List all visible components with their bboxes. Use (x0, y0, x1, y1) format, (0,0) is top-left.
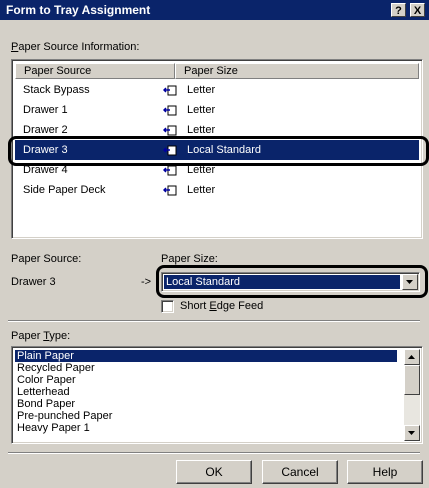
tray-arrow-icon (163, 125, 177, 136)
tray-arrow-icon (163, 105, 177, 116)
list-item[interactable]: Plain Paper (15, 350, 397, 362)
separator (8, 452, 420, 454)
list-item[interactable]: Heavy Paper 1 (15, 422, 397, 434)
list-item[interactable]: Bond Paper (15, 398, 397, 410)
highlight-callout-dropdown (156, 265, 428, 298)
title-bar: Form to Tray Assignment ? X (0, 0, 429, 20)
list-item[interactable]: Color Paper (15, 374, 397, 386)
close-button[interactable]: X (410, 3, 425, 17)
highlight-callout-selected-row (8, 136, 429, 166)
help-title-button[interactable]: ? (391, 3, 406, 17)
paper-type-label: Paper Type: (11, 330, 71, 342)
cancel-button[interactable]: Cancel (262, 460, 338, 484)
tray-arrow-icon (163, 85, 177, 96)
separator (8, 320, 420, 322)
list-item[interactable]: Recycled Paper (15, 362, 397, 374)
paper-type-scrollbar[interactable] (404, 349, 420, 441)
list-item[interactable]: Pre-punched Paper (15, 410, 397, 422)
column-header-paper-source[interactable]: Paper Source (15, 63, 175, 79)
paper-type-listbox[interactable]: Plain Paper Recycled Paper Color Paper L… (11, 346, 423, 444)
paper-source-value: Drawer 3 (11, 276, 56, 288)
scroll-thumb[interactable] (404, 365, 420, 395)
list-row-side-paper-deck[interactable]: Side Paper Deck Letter (15, 180, 419, 200)
ok-button[interactable]: OK (176, 460, 252, 484)
assign-arrow: -> (141, 276, 152, 288)
tray-arrow-icon (163, 165, 177, 176)
window-title: Form to Tray Assignment (6, 3, 151, 17)
arrow-down-icon (408, 431, 415, 435)
list-item[interactable]: Letterhead (15, 386, 397, 398)
paper-size-label: Paper Size: (161, 253, 218, 265)
scroll-down-button[interactable] (404, 425, 420, 441)
arrow-up-icon (408, 355, 415, 359)
scroll-up-button[interactable] (404, 349, 420, 365)
short-edge-feed-checkbox[interactable] (161, 300, 174, 313)
tray-arrow-icon (163, 185, 177, 196)
list-row-stack-bypass[interactable]: Stack Bypass Letter (15, 80, 419, 100)
short-edge-feed-label: Short Edge Feed (180, 300, 264, 312)
list-row-drawer-1[interactable]: Drawer 1 Letter (15, 100, 419, 120)
help-button[interactable]: Help (347, 460, 423, 484)
column-header-paper-size[interactable]: Paper Size (175, 63, 419, 79)
paper-source-info-label: Paper Source Information: (11, 41, 140, 53)
paper-source-label: Paper Source: (11, 253, 82, 265)
